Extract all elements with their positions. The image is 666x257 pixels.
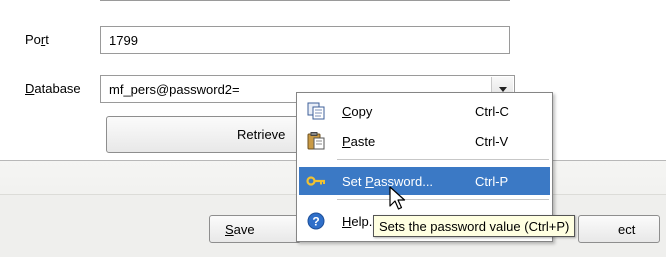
menu-separator bbox=[337, 199, 549, 200]
save-button-label: Save bbox=[225, 222, 255, 237]
database-value: mf_pers@password2= bbox=[109, 82, 240, 97]
retrieve-button-label: Retrieve bbox=[237, 127, 286, 142]
help-icon: ? bbox=[307, 212, 325, 230]
paste-icon bbox=[307, 132, 325, 150]
menu-separator bbox=[337, 159, 549, 160]
connect-button[interactable]: ect bbox=[578, 215, 660, 243]
menu-item-paste[interactable]: Paste Ctrl-V bbox=[299, 127, 550, 155]
copy-icon bbox=[307, 102, 325, 120]
tooltip: Sets the password value (Ctrl+P) bbox=[373, 215, 576, 237]
copy-shortcut: Ctrl-C bbox=[475, 104, 509, 119]
save-button[interactable]: Save bbox=[209, 215, 301, 243]
menu-item-help-label: Help. bbox=[342, 214, 373, 229]
previous-field-edge bbox=[100, 0, 510, 1]
svg-text:?: ? bbox=[312, 215, 319, 229]
port-label: Port bbox=[25, 32, 49, 47]
chevron-down-icon bbox=[498, 86, 507, 92]
database-label: Database bbox=[25, 81, 81, 96]
connect-button-label: ect bbox=[618, 222, 636, 237]
menu-item-set-password-label: Set Password... bbox=[342, 174, 434, 189]
port-field[interactable]: 1799 bbox=[100, 26, 510, 54]
menu-item-copy-label: Copy bbox=[342, 104, 373, 119]
menu-item-paste-label: Paste bbox=[342, 134, 376, 149]
key-icon bbox=[306, 176, 325, 186]
menu-item-set-password[interactable]: Set Password... Ctrl-P bbox=[299, 167, 550, 195]
mouse-cursor-icon bbox=[389, 186, 406, 210]
menu-item-copy[interactable]: Copy Ctrl-C bbox=[299, 97, 550, 125]
set-password-shortcut: Ctrl-P bbox=[475, 174, 509, 189]
paste-shortcut: Ctrl-V bbox=[475, 134, 509, 149]
